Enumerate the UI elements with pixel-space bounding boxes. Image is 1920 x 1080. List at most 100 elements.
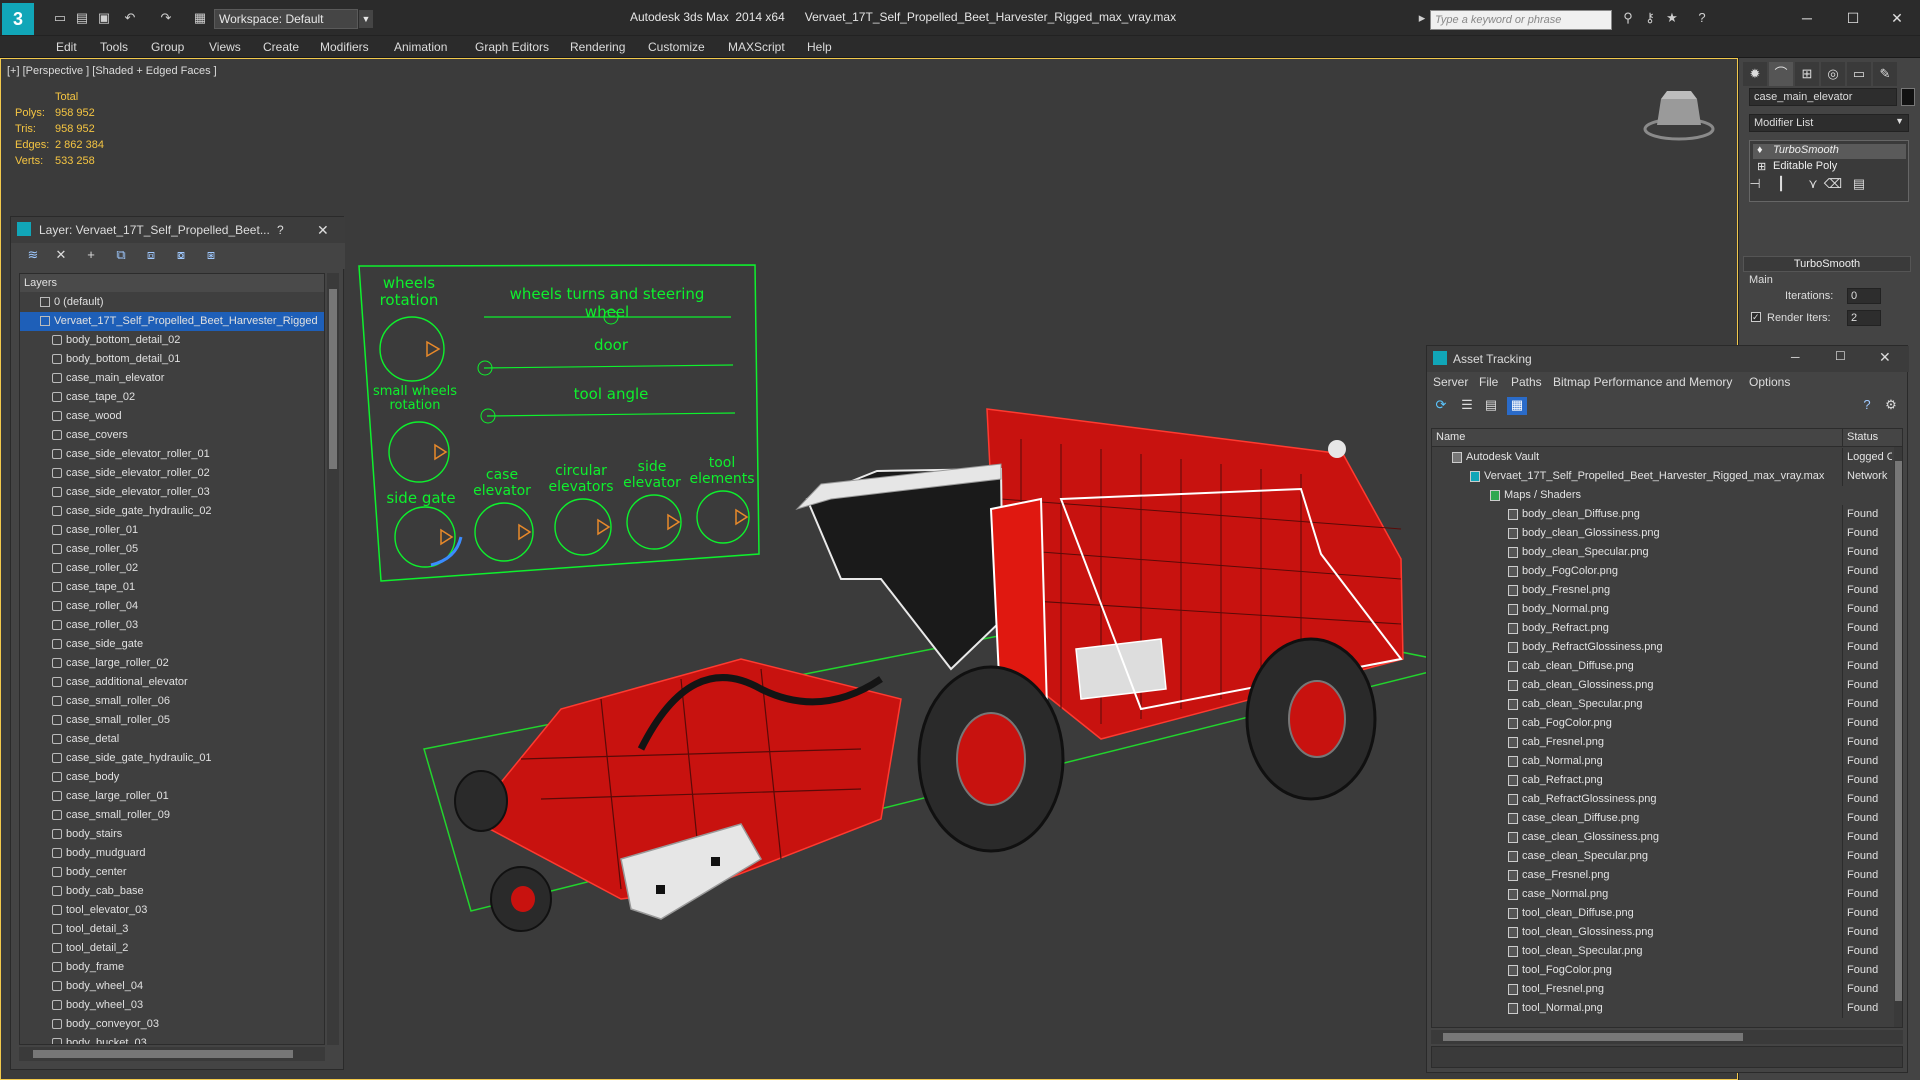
layer-active[interactable]: Vervaet_17T_Self_Propelled_Beet_Harveste… (20, 312, 324, 331)
layer-properties-icon[interactable]: ≋ (23, 247, 43, 265)
scrollbar-thumb[interactable] (33, 1050, 293, 1058)
detail-view-icon[interactable]: ▤ (1481, 397, 1501, 415)
layer-horizontal-scrollbar[interactable] (19, 1047, 325, 1061)
asset-map-row[interactable]: case_clean_Diffuse.png Found (1432, 809, 1892, 828)
binoculars-icon[interactable]: ⚲ (1620, 10, 1636, 26)
lightbulb-icon[interactable]: ♦ (1757, 144, 1763, 156)
hide-layer-icon[interactable]: ⧆ (201, 247, 221, 265)
menu-edit[interactable]: Edit (56, 40, 77, 54)
asset-map-row[interactable]: case_clean_Glossiness.png Found (1432, 828, 1892, 847)
turbosmooth-rollout-header[interactable]: TurboSmooth (1743, 256, 1911, 272)
asset-map-row[interactable]: body_Fresnel.png Found (1432, 581, 1892, 600)
layer-object-row[interactable]: body_cab_base (20, 882, 324, 901)
remove-modifier-icon[interactable]: ⌫ (1821, 172, 1845, 196)
layer-default[interactable]: 0 (default) (20, 293, 324, 312)
help-icon[interactable]: ? (1694, 10, 1710, 26)
menu-maxscript[interactable]: MAXScript (728, 40, 785, 54)
workspace-dropdown[interactable]: Workspace: Default ▼ (214, 9, 373, 29)
layers-column-header[interactable]: Layers (20, 274, 324, 292)
layer-object-row[interactable]: case_roller_03 (20, 616, 324, 635)
menu-bitmap-performance[interactable]: Bitmap Performance and Memory (1553, 375, 1732, 389)
asset-map-row[interactable]: tool_Fresnel.png Found (1432, 980, 1892, 999)
layer-object-row[interactable]: tool_detail_2 (20, 939, 324, 958)
asset-panel-title[interactable]: Asset Tracking ─ ☐ ✕ (1427, 346, 1909, 372)
asset-horizontal-scrollbar[interactable] (1431, 1030, 1903, 1044)
search-input[interactable]: Type a keyword or phrase (1430, 10, 1612, 30)
asset-map-row[interactable]: cab_Fresnel.png Found (1432, 733, 1892, 752)
menu-help[interactable]: Help (807, 40, 832, 54)
asset-map-row[interactable]: body_clean_Diffuse.png Found (1432, 505, 1892, 524)
layer-object-row[interactable]: body_bottom_detail_01 (20, 350, 324, 369)
menu-tools[interactable]: Tools (100, 40, 128, 54)
asset-map-row[interactable]: cab_Normal.png Found (1432, 752, 1892, 771)
asset-path-field[interactable] (1431, 1046, 1903, 1068)
render-iters-checkbox[interactable]: ✓ (1751, 312, 1761, 322)
layer-object-row[interactable]: case_roller_01 (20, 521, 324, 540)
status-column-header[interactable]: Status (1842, 429, 1878, 447)
layer-object-row[interactable]: case_body (20, 768, 324, 787)
display-tab-icon[interactable]: ▭ (1847, 62, 1871, 86)
layer-panel-title[interactable]: Layer: Vervaet_17T_Self_Propelled_Beet..… (11, 217, 345, 243)
layer-object-row[interactable]: case_tape_01 (20, 578, 324, 597)
minimize-icon[interactable]: ─ (1784, 6, 1830, 30)
asset-map-row[interactable]: cab_clean_Glossiness.png Found (1432, 676, 1892, 695)
favorites-icon[interactable]: ★ (1664, 10, 1680, 26)
asset-map-row[interactable]: body_clean_Glossiness.png Found (1432, 524, 1892, 543)
scene-file-row[interactable]: Vervaet_17T_Self_Propelled_Beet_Harveste… (1432, 467, 1892, 486)
pin-stack-icon[interactable]: ⊣ (1743, 172, 1767, 196)
layer-object-row[interactable]: body_wheel_04 (20, 977, 324, 996)
object-name-field[interactable]: case_main_elevator (1749, 88, 1897, 106)
list-view-icon[interactable]: ☰ (1457, 397, 1477, 415)
asset-map-row[interactable]: tool_Normal.png Found (1432, 999, 1892, 1018)
layer-object-row[interactable]: case_side_gate_hydraulic_01 (20, 749, 324, 768)
maximize-icon[interactable]: ☐ (1830, 6, 1876, 30)
modify-tab-icon[interactable]: ⌒ (1769, 62, 1793, 86)
redo-icon[interactable]: ↷ (158, 10, 174, 26)
delete-layer-icon[interactable]: ✕ (51, 247, 71, 265)
layer-object-row[interactable]: body_wheel_03 (20, 996, 324, 1015)
layer-object-row[interactable]: case_large_roller_01 (20, 787, 324, 806)
asset-map-row[interactable]: tool_clean_Specular.png Found (1432, 942, 1892, 961)
iterations-spinner[interactable]: 0 (1847, 288, 1881, 304)
key-icon[interactable]: ⚷ (1642, 10, 1658, 26)
layer-object-row[interactable]: body_stairs (20, 825, 324, 844)
asset-map-row[interactable]: case_Normal.png Found (1432, 885, 1892, 904)
layer-object-row[interactable]: case_covers (20, 426, 324, 445)
app-logo[interactable]: 3 (2, 3, 34, 35)
layer-object-row[interactable]: case_side_gate (20, 635, 324, 654)
menu-options[interactable]: Options (1749, 375, 1790, 389)
layer-object-row[interactable]: case_small_roller_09 (20, 806, 324, 825)
layer-object-row[interactable]: body_bottom_detail_02 (20, 331, 324, 350)
name-column-header[interactable]: Name (1436, 431, 1465, 443)
layer-object-row[interactable]: case_large_roller_02 (20, 654, 324, 673)
layer-object-row[interactable]: case_additional_elevator (20, 673, 324, 692)
scrollbar-thumb[interactable] (1895, 461, 1902, 1001)
search-arrow-icon[interactable]: ▸ (1414, 10, 1430, 26)
maximize-icon[interactable]: ☐ (1835, 349, 1846, 363)
layer-object-row[interactable]: tool_elevator_03 (20, 901, 324, 920)
layer-object-row[interactable]: body_bucket_03 (20, 1034, 324, 1044)
layer-object-row[interactable]: case_small_roller_06 (20, 692, 324, 711)
layer-vertical-scrollbar[interactable] (327, 273, 339, 1045)
show-end-result-icon[interactable]: ┃ (1769, 172, 1793, 196)
layer-object-row[interactable]: case_side_elevator_roller_02 (20, 464, 324, 483)
save-icon[interactable]: ▣ (96, 10, 112, 26)
layer-object-row[interactable]: body_center (20, 863, 324, 882)
scrollbar-thumb[interactable] (329, 289, 337, 469)
asset-map-row[interactable]: tool_clean_Glossiness.png Found (1432, 923, 1892, 942)
menu-modifiers[interactable]: Modifiers (320, 40, 369, 54)
layer-object-row[interactable]: case_detal (20, 730, 324, 749)
highlight-layer-icon[interactable]: ⧇ (171, 247, 191, 265)
asset-map-row[interactable]: tool_FogColor.png Found (1432, 961, 1892, 980)
stack-item-turbosmooth[interactable]: ♦ TurboSmooth (1753, 144, 1906, 159)
asset-map-row[interactable]: cab_clean_Diffuse.png Found (1432, 657, 1892, 676)
layer-object-row[interactable]: case_side_elevator_roller_01 (20, 445, 324, 464)
asset-map-row[interactable]: body_Refract.png Found (1432, 619, 1892, 638)
layer-object-row[interactable]: body_frame (20, 958, 324, 977)
asset-map-row[interactable]: body_Normal.png Found (1432, 600, 1892, 619)
help-icon[interactable]: ? (1857, 397, 1877, 415)
menu-paths[interactable]: Paths (1511, 375, 1542, 389)
close-icon[interactable]: ✕ (1874, 6, 1920, 30)
motion-tab-icon[interactable]: ◎ (1821, 62, 1845, 86)
viewcube[interactable] (1643, 91, 1715, 141)
